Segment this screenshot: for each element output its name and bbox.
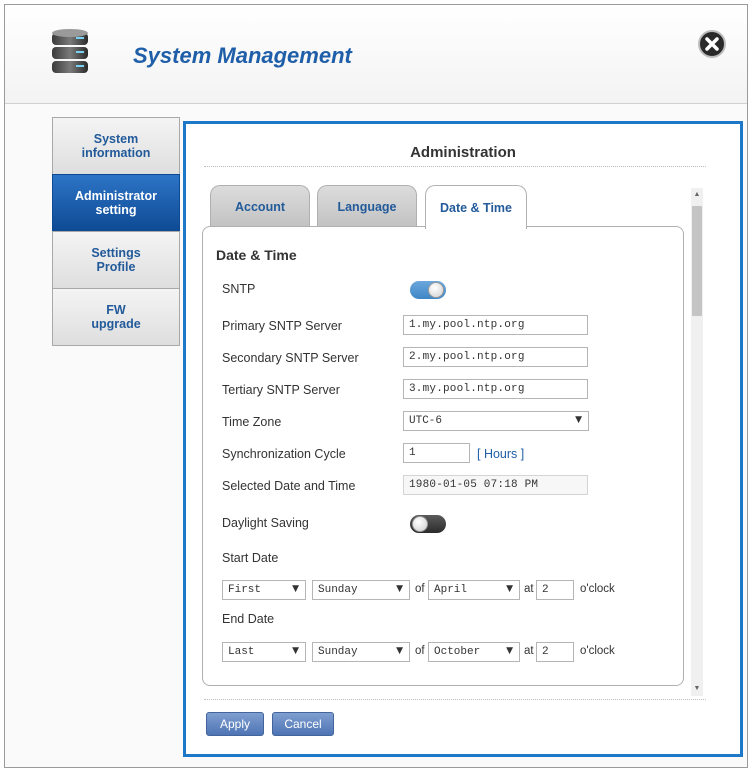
sync-cycle-input[interactable]: 1: [403, 443, 470, 463]
primary-sntp-input[interactable]: 1.my.pool.ntp.org: [403, 315, 588, 335]
end-day-select[interactable]: Sunday ▼: [312, 642, 410, 662]
scrollbar-thumb[interactable]: [692, 206, 702, 316]
end-at-text: at: [524, 645, 534, 657]
sidebar-item-system-information[interactable]: System information: [52, 117, 180, 174]
tab-date-time[interactable]: Date & Time: [425, 185, 527, 229]
sntp-label: SNTP: [222, 282, 256, 296]
panel-title: Administration: [410, 144, 516, 161]
section-title: Date & Time: [216, 247, 297, 263]
start-date-label: Start Date: [222, 551, 279, 565]
time-zone-select[interactable]: UTC-6 ▼: [403, 411, 589, 431]
title-divider: [204, 166, 706, 167]
scrollbar[interactable]: ▲ ▼: [691, 188, 703, 696]
cancel-button[interactable]: Cancel: [272, 712, 334, 736]
page-title: System Management: [133, 43, 352, 68]
sidebar-nav: System information Administrator setting…: [52, 117, 180, 346]
sync-cycle-label: Synchronization Cycle: [222, 447, 346, 461]
primary-sntp-label: Primary SNTP Server: [222, 319, 342, 333]
sidebar-item-settings-profile[interactable]: Settings Profile: [52, 231, 180, 288]
header: System Management: [5, 5, 747, 104]
time-zone-value: UTC-6: [409, 415, 443, 427]
tertiary-sntp-input[interactable]: 3.my.pool.ntp.org: [403, 379, 588, 399]
tab-account[interactable]: Account: [210, 185, 310, 227]
end-month-select[interactable]: October ▼: [428, 642, 520, 662]
sntp-toggle[interactable]: [410, 281, 446, 299]
selected-datetime-value: 1980-01-05 07:18 PM: [403, 475, 588, 495]
system-management-window: System Management System information Adm…: [4, 4, 748, 768]
start-of-text: of: [415, 583, 425, 595]
hours-unit: [ Hours ]: [477, 447, 525, 461]
bottom-divider: [204, 699, 706, 700]
sidebar-item-administrator-setting[interactable]: Administrator setting: [52, 174, 180, 231]
end-week-select[interactable]: Last ▼: [222, 642, 306, 662]
end-hour-input[interactable]: 2: [536, 642, 574, 662]
start-oclock-text: o'clock: [580, 583, 615, 595]
scroll-up-icon[interactable]: ▲: [691, 188, 703, 202]
end-oclock-text: o'clock: [580, 645, 615, 657]
daylight-saving-label: Daylight Saving: [222, 516, 309, 530]
body-area: System information Administrator setting…: [25, 117, 743, 757]
start-week-select[interactable]: First ▼: [222, 580, 306, 600]
daylight-saving-toggle[interactable]: [410, 515, 446, 533]
end-of-text: of: [415, 645, 425, 657]
close-icon[interactable]: [697, 29, 727, 59]
start-day-select[interactable]: Sunday ▼: [312, 580, 410, 600]
end-date-label: End Date: [222, 612, 275, 626]
administration-panel: Administration Account Language Date & T…: [183, 121, 743, 757]
selected-datetime-label: Selected Date and Time: [222, 479, 356, 493]
secondary-sntp-input[interactable]: 2.my.pool.ntp.org: [403, 347, 588, 367]
scroll-down-icon[interactable]: ▼: [691, 682, 703, 696]
tertiary-sntp-label: Tertiary SNTP Server: [222, 383, 340, 397]
date-time-content: Date & Time SNTP Primary SNTP Server 1.m…: [202, 226, 684, 686]
start-hour-input[interactable]: 2: [536, 580, 574, 600]
tab-language[interactable]: Language: [317, 185, 417, 227]
start-month-select[interactable]: April ▼: [428, 580, 520, 600]
apply-button[interactable]: Apply: [206, 712, 264, 736]
secondary-sntp-label: Secondary SNTP Server: [222, 351, 359, 365]
time-zone-label: Time Zone: [222, 415, 282, 429]
dropdown-arrow-icon: ▼: [575, 415, 582, 425]
sidebar-item-fw-upgrade[interactable]: FW upgrade: [52, 288, 180, 346]
start-at-text: at: [524, 583, 534, 595]
database-icon: [52, 29, 88, 73]
